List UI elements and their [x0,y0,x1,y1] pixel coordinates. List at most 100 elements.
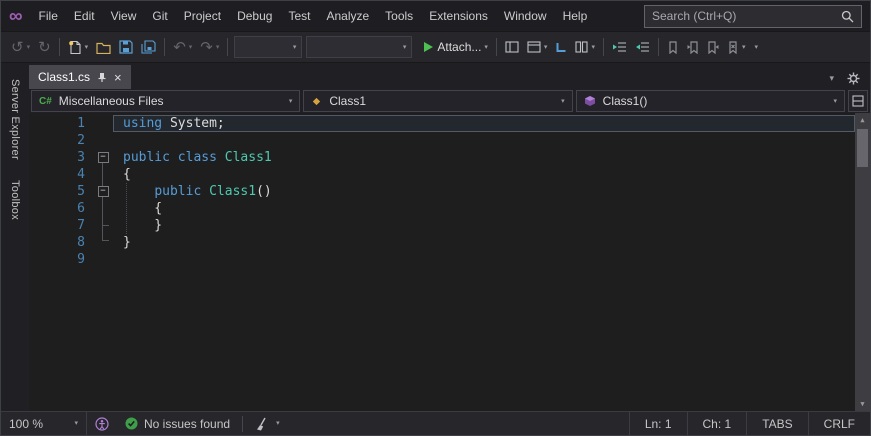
code-line[interactable]: } [113,217,855,234]
object-browser-caret-icon: ▾ [591,43,595,51]
accessibility-button[interactable] [87,412,117,435]
code-line[interactable]: { [113,200,855,217]
pin-icon[interactable] [97,72,107,83]
undo-icon: ↶ [173,38,186,56]
gear-icon[interactable] [847,72,860,85]
menu-item-file[interactable]: File [31,5,66,27]
code-editor[interactable]: 123456789 − − using System; public class C… [29,113,870,411]
attach-label: Attach... [437,40,482,54]
toolbar-separator [164,38,166,56]
code-line[interactable]: public Class1() [113,183,855,200]
menu-item-window[interactable]: Window [496,5,555,27]
sidebar-tab-toolbox[interactable]: Toolbox [9,170,21,230]
line-number: 4 [77,167,85,182]
zoom-combobox[interactable]: 100 % ▾ [1,412,87,435]
line-indicator[interactable]: Ln: 1 [628,412,687,435]
undo-button[interactable]: ↶ ▾ [169,35,196,59]
tab-label: Class1.cs [38,70,91,84]
line-number: 2 [77,133,85,148]
active-files-dropdown-icon[interactable]: ▾ [829,74,834,83]
previous-bookmark-button[interactable] [683,35,703,59]
scrollbar-thumb[interactable] [857,129,868,167]
check-circle-icon [125,417,138,430]
menu-item-debug[interactable]: Debug [229,5,280,27]
close-icon[interactable]: × [114,71,122,84]
code-lines[interactable]: using System; public class Class1{ public… [113,113,855,411]
type-dropdown[interactable]: Class1 ▾ [303,90,573,112]
scrollbar-track[interactable] [855,127,870,397]
solution-explorer-button[interactable] [501,35,523,59]
project-dropdown[interactable]: C# Miscellaneous Files ▾ [31,90,301,112]
line-number: 6 [77,201,85,216]
project-dropdown-caret-icon: ▾ [288,97,293,105]
menu-item-help[interactable]: Help [555,5,596,27]
redo-button[interactable]: ↷ ▾ [196,35,223,59]
redo-caret-icon: ▾ [215,43,220,51]
line-number: 3 [77,150,85,165]
code-line[interactable]: } [113,234,855,251]
sidebar-tab-server-explorer[interactable]: Server Explorer [9,69,21,170]
fold-cell [93,251,113,268]
attach-button[interactable]: Attach... ▾ [420,35,492,59]
code-line[interactable]: public class Class1 [113,149,855,166]
split-window-button[interactable] [847,90,868,112]
tab-class1-cs[interactable]: Class1.cs × [29,65,131,89]
code-cleanup-button[interactable]: ▾ [247,412,288,435]
solution-platforms-combobox[interactable]: ▾ [306,36,413,58]
save-button[interactable] [115,35,137,59]
menu-item-edit[interactable]: Edit [66,5,103,27]
menu-item-analyze[interactable]: Analyze [318,5,377,27]
navigate-backward-button[interactable]: ↺ ▾ [7,35,34,59]
code-line[interactable] [113,132,855,149]
error-status[interactable]: No issues found [117,412,238,435]
toggle-bookmark-button[interactable] [663,35,683,59]
menu-item-extensions[interactable]: Extensions [421,5,496,27]
navigate-forward-button[interactable]: ↻ [34,35,55,59]
object-browser-button[interactable]: ▾ [571,35,599,59]
menu-item-git[interactable]: Git [144,5,175,27]
fold-collapse-icon[interactable]: − [97,186,109,197]
menu-item-view[interactable]: View [103,5,145,27]
previous-bookmark-icon [687,40,698,54]
scroll-down-icon[interactable]: ▼ [855,397,870,411]
code-line[interactable] [113,251,855,268]
increase-line-indent-button[interactable] [631,35,654,59]
decrease-line-indent-button[interactable] [608,35,631,59]
properties-window-button[interactable]: ▾ [523,35,552,59]
search-input[interactable]: Search (Ctrl+Q) [644,4,862,28]
member-dropdown[interactable]: Class1() ▾ [575,90,845,112]
clear-bookmarks-button[interactable]: ▾ [723,35,750,59]
issues-label: No issues found [144,416,231,431]
line-number: 5 [77,184,85,199]
menu-item-tools[interactable]: Tools [377,5,421,27]
toolbar-options-button[interactable]: ▾ [749,35,762,59]
next-bookmark-button[interactable] [703,35,723,59]
vertical-scrollbar[interactable]: ▲ ▼ [855,113,870,411]
solution-platforms-caret-icon: ▾ [402,43,407,51]
new-file-button[interactable]: ▾ [64,35,93,59]
code-line[interactable]: { [113,166,855,183]
play-icon [424,42,434,52]
save-all-button[interactable] [137,35,160,59]
indent-guide [126,183,127,234]
line-ending-indicator[interactable]: CRLF [807,412,870,435]
open-file-button[interactable] [92,35,115,59]
menu-item-project[interactable]: Project [176,5,229,27]
method-cube-icon [584,96,595,106]
toolbar-separator [58,38,60,56]
menu-item-test[interactable]: Test [280,5,318,27]
sync-with-active-document-button[interactable] [551,35,571,59]
fold-collapse-icon[interactable]: − [97,152,109,163]
solution-configurations-combobox[interactable]: ▾ [234,36,303,58]
toggle-bookmark-icon [669,40,677,54]
accessibility-icon [95,416,109,431]
fold-cell: − [93,149,113,166]
code-line[interactable]: using System; [113,115,855,132]
tab-row-controls: ▾ [828,72,870,89]
scroll-up-icon[interactable]: ▲ [855,113,870,127]
split-window-icon [852,95,864,107]
column-indicator[interactable]: Ch: 1 [686,412,747,435]
save-all-icon [141,40,156,54]
fold-cell [93,200,113,217]
indent-mode-indicator[interactable]: TABS [746,412,807,435]
